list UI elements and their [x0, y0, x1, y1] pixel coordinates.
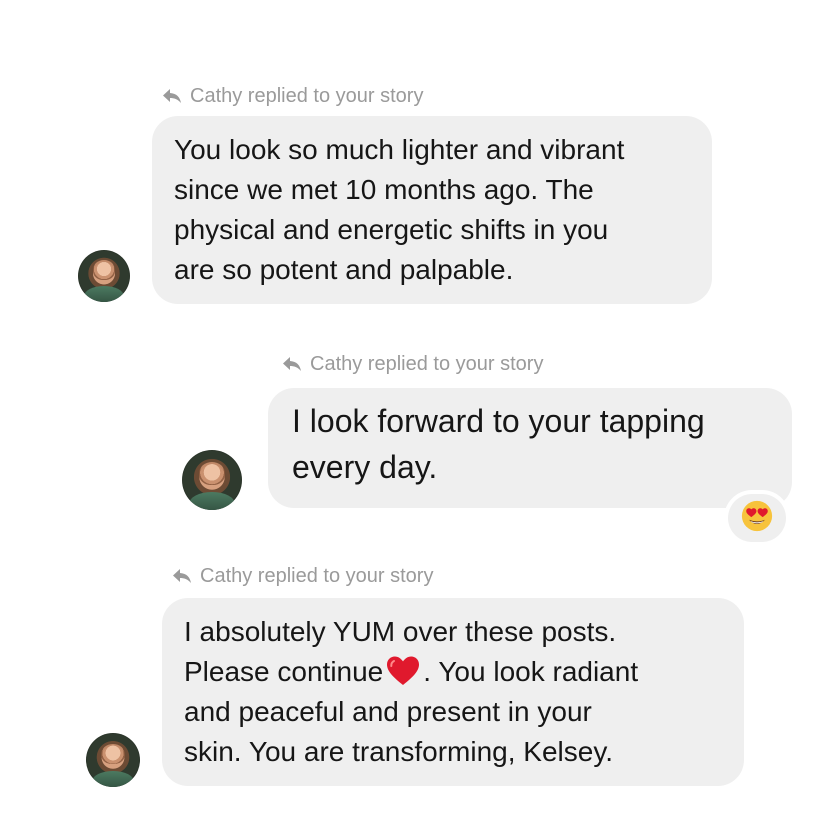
message-line: You look so much lighter and vibrant	[174, 134, 625, 165]
message-line: physical and energetic shifts in you	[174, 214, 609, 245]
message-line: since we met 10 months ago. The	[174, 174, 594, 205]
message-bubble[interactable]: I absolutely YUM over these posts. Pleas…	[162, 598, 744, 786]
heart-eyes-emoji-icon	[740, 499, 774, 538]
message-line: are so potent and palpable.	[174, 254, 514, 285]
message-line: I look forward to your tapping	[292, 403, 705, 439]
message-text: . You look radiant	[423, 656, 639, 687]
reply-arrow-icon	[282, 355, 302, 373]
message-line: every day.	[292, 449, 438, 485]
message-text: Please continue	[184, 656, 384, 687]
message-reaction[interactable]	[728, 494, 786, 542]
reply-note-text: Cathy replied to your story	[200, 565, 434, 587]
reply-arrow-icon	[162, 87, 182, 105]
reply-note-text: Cathy replied to your story	[190, 85, 424, 107]
avatar[interactable]	[86, 733, 140, 787]
reply-note: Cathy replied to your story	[172, 564, 433, 588]
message-line: Please continue . You look radiant	[184, 652, 722, 692]
message-line: and peaceful and present in your	[184, 696, 592, 727]
message-bubble[interactable]: I look forward to your tapping every day…	[268, 388, 792, 508]
red-heart-emoji-icon	[385, 655, 421, 687]
avatar[interactable]	[78, 250, 130, 302]
message-bubble[interactable]: You look so much lighter and vibrant sin…	[152, 116, 712, 304]
avatar[interactable]	[182, 450, 242, 510]
reply-note: Cathy replied to your story	[282, 352, 543, 376]
reply-note: Cathy replied to your story	[162, 84, 423, 108]
reply-arrow-icon	[172, 567, 192, 585]
message-line: I absolutely YUM over these posts.	[184, 616, 617, 647]
reply-note-text: Cathy replied to your story	[310, 353, 544, 375]
message-line: skin. You are transforming, Kelsey.	[184, 736, 614, 767]
